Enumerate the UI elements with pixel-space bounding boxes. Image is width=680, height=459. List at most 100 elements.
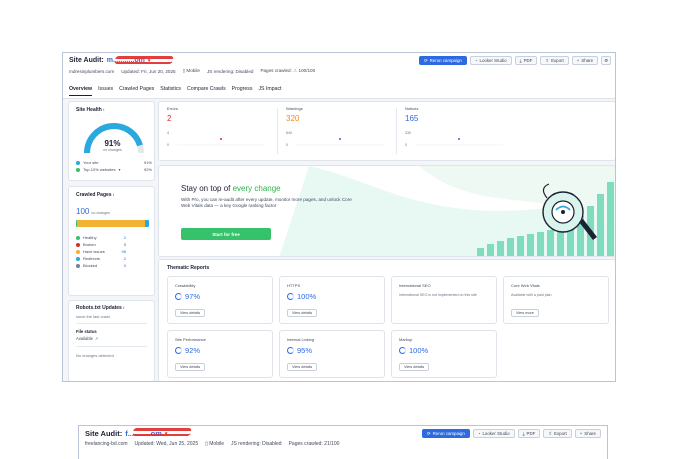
report-name: Internal Linking — [287, 337, 315, 342]
legend-dot — [76, 256, 80, 261]
legend-blocked[interactable]: Blocked 0 — [76, 262, 126, 269]
tab-compare-crawls[interactable]: Compare Crawls — [187, 86, 226, 96]
pdf-button[interactable]: ⤓ PDF — [514, 56, 538, 65]
tab-progress[interactable]: Progress — [232, 86, 253, 96]
legend-value: 96 — [121, 249, 126, 254]
report-note: Available with a paid plan — [511, 293, 552, 297]
audit-header: Site Audit: m...........om ▾ mdresinplum… — [63, 53, 615, 99]
crawled-pages-title: Crawled Pages i — [76, 192, 114, 198]
legend-value: 2 — [123, 235, 126, 240]
view-more-button[interactable]: View more — [511, 309, 539, 317]
site-health-card: Site Health i 91% no changes Your site 91… — [68, 101, 155, 181]
looker-studio-button[interactable]: ◔ Looker Studio — [469, 56, 512, 65]
tab-issues[interactable]: Issues — [98, 86, 113, 96]
legend-label: Redirects — [83, 256, 100, 261]
report-internal-linking[interactable]: Internal Linking 95% View details — [279, 330, 385, 378]
share-button[interactable]: + Share — [571, 56, 599, 65]
legend-label: Have issues — [83, 249, 105, 254]
file-status-text: Available — [76, 336, 93, 341]
stat-label: Warnings — [286, 106, 303, 111]
report-core-web-vitals[interactable]: Core Web Vitals Available with a paid pl… — [503, 276, 609, 324]
view-details-button[interactable]: View details — [287, 309, 318, 317]
add-user-icon: + — [576, 58, 580, 63]
view-details-button[interactable]: View details — [175, 363, 206, 371]
notices-stat[interactable]: Notices 165 330 0 — [405, 106, 515, 147]
looker-studio-button[interactable]: ◔ Looker Studio — [472, 429, 515, 438]
axis-max: 4 — [167, 131, 169, 135]
refresh-icon: ⟳ — [426, 430, 431, 436]
start-for-free-button[interactable]: Start for free — [181, 228, 271, 240]
info-icon[interactable]: i — [103, 107, 104, 112]
legend-your-site: Your site 91% — [76, 159, 152, 166]
add-user-icon: + — [579, 431, 583, 436]
export-label: Export — [554, 431, 567, 436]
thematic-reports: Thematic Reports Crawlability 97% View d… — [158, 259, 615, 381]
settings-button[interactable]: ⚙ — [601, 56, 611, 65]
gear-icon: ⚙ — [604, 57, 608, 63]
tab-overview[interactable]: Overview — [69, 86, 93, 96]
report-https[interactable]: HTTPS 100% View details — [279, 276, 385, 324]
warnings-stat[interactable]: Warnings 320 640 0 — [286, 106, 396, 147]
site-health-score: 91% — [104, 139, 121, 148]
mobile-icon: ▯ — [182, 68, 186, 73]
report-site-performance[interactable]: Site Performance 92% View details — [167, 330, 273, 378]
legend-healthy[interactable]: Healthy 2 — [76, 234, 126, 241]
audit-meta-2: freelancing-bd.com Updated: Wed, Jun 25,… — [85, 441, 339, 447]
stat-sparkline: 640 0 — [286, 131, 384, 147]
legend-label: Top-10% websites — [83, 167, 116, 172]
legend-value: 0 — [123, 242, 126, 247]
js-rendering: JS rendering: Disabled — [231, 441, 282, 447]
export-button[interactable]: ⇪ Export — [540, 56, 569, 65]
share-button[interactable]: + Share — [574, 429, 601, 438]
view-details-button[interactable]: View details — [399, 363, 430, 371]
view-details-button[interactable]: View details — [287, 363, 318, 371]
legend-dot — [76, 160, 80, 165]
pdf-button[interactable]: ⤓ PDF — [517, 429, 541, 438]
report-international-seo[interactable]: International SEO International SEO is n… — [391, 276, 497, 324]
tab-statistics[interactable]: Statistics — [160, 86, 181, 96]
share-label: Share — [584, 431, 596, 436]
site-health-title: Site Health i — [76, 107, 104, 113]
errors-stat[interactable]: Errors 2 4 0 — [167, 106, 277, 147]
report-score-value: 95% — [297, 346, 313, 355]
rerun-campaign-button[interactable]: ⟳ Rerun campaign — [418, 56, 467, 65]
report-score: 92% — [175, 346, 200, 355]
title-prefix: Site Audit: — [85, 429, 123, 438]
js-rendering: JS rendering: Disabled — [206, 68, 254, 74]
stat-sparkline: 4 0 — [167, 131, 265, 147]
export-button[interactable]: ⇪ Export — [543, 429, 572, 438]
info-icon[interactable]: i — [113, 192, 114, 197]
external-link-icon[interactable]: ↗ — [95, 336, 99, 341]
legend-dot — [76, 263, 80, 268]
legend-label: Blocked — [83, 263, 98, 268]
data-point — [458, 138, 460, 140]
page-title-2: Site Audit: f...........om ▾ — [85, 428, 193, 438]
promo-illustration — [279, 166, 615, 256]
pages-crawled: Pages crawled: ⚠ 100/100 — [260, 68, 315, 74]
project-selector[interactable]: f...........om — [125, 428, 193, 438]
legend-dot — [76, 235, 80, 240]
chevron-down-icon[interactable]: ▾ — [118, 167, 120, 172]
device-label: Mobile — [209, 441, 224, 447]
report-markup[interactable]: Markup 100% View details — [391, 330, 497, 378]
legend-broken[interactable]: Broken 0 — [76, 241, 126, 248]
rerun-campaign-button[interactable]: ⟳ Rerun campaign — [421, 429, 470, 438]
promo-heading-plain: Stay on top of — [181, 184, 233, 193]
view-details-button[interactable]: View details — [175, 309, 206, 317]
axis-min: 0 — [286, 143, 288, 147]
warning-icon: ⚠ — [293, 68, 298, 73]
bar-redirects — [145, 220, 149, 227]
tab-crawled-pages[interactable]: Crawled Pages — [119, 86, 154, 96]
crawled-count-sub: no changes — [91, 211, 110, 215]
report-crawlability[interactable]: Crawlability 97% View details — [167, 276, 273, 324]
pro-promo-banner: Stay on top of every change With Pro, yo… — [158, 165, 615, 257]
legend-redirects[interactable]: Redirects 2 — [76, 255, 126, 262]
report-score-value: 100% — [297, 292, 317, 301]
export-label: Export — [551, 58, 564, 63]
report-note: International SEO is not implemented on … — [399, 293, 477, 297]
robots-divider-2 — [76, 346, 147, 347]
info-icon[interactable]: i — [123, 305, 124, 310]
project-selector[interactable]: m...........om — [107, 56, 174, 64]
tab-js-impact[interactable]: JS Impact — [258, 86, 281, 96]
legend-have-issues[interactable]: Have issues 96 — [76, 248, 126, 255]
